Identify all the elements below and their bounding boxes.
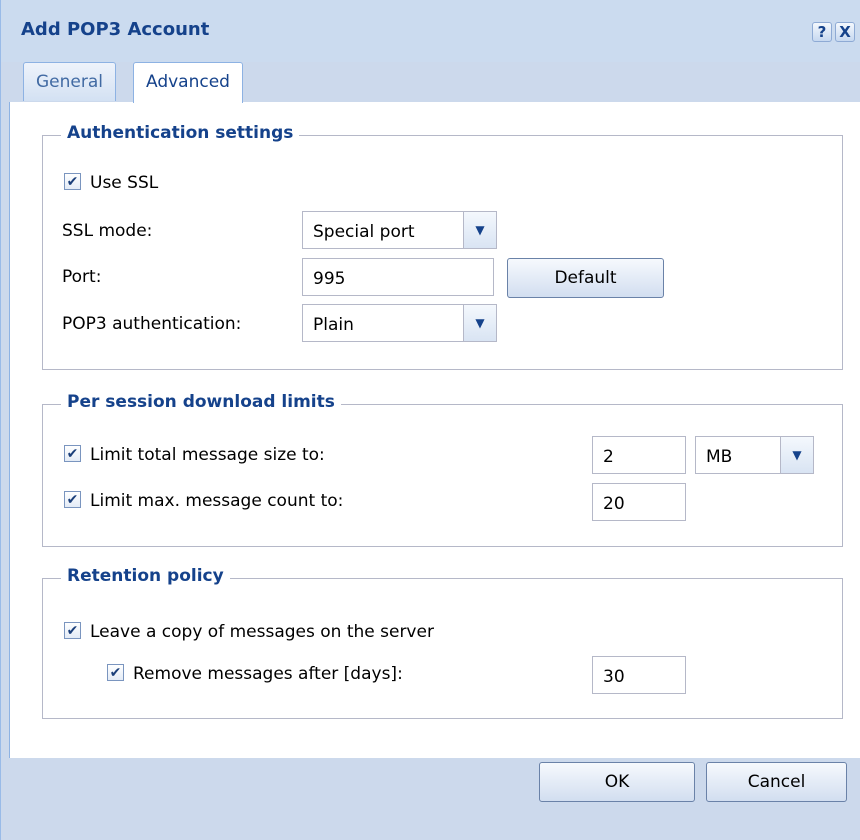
port-input[interactable]: 995: [302, 258, 494, 296]
remove-after-checkbox[interactable]: ✔: [107, 664, 124, 681]
limit-size-label: Limit total message size to:: [90, 445, 325, 465]
pop3-authentication-value: Plain: [313, 315, 354, 335]
default-port-button[interactable]: Default: [507, 258, 664, 298]
chevron-down-icon[interactable]: ▼: [463, 212, 496, 248]
authentication-legend: Authentication settings: [61, 123, 300, 143]
advanced-panel: Authentication settings ✔ Use SSL SSL mo…: [9, 102, 860, 758]
chevron-down-icon[interactable]: ▼: [463, 305, 496, 341]
size-unit-value: MB: [706, 447, 733, 467]
limit-count-checkbox[interactable]: ✔: [64, 491, 81, 508]
pop3-authentication-label: POP3 authentication:: [62, 314, 242, 334]
ssl-mode-value: Special port: [313, 222, 415, 242]
limit-count-label: Limit max. message count to:: [90, 491, 344, 511]
tab-strip: General Advanced: [9, 62, 860, 103]
close-icon[interactable]: X: [835, 22, 855, 42]
dialog-titlebar[interactable]: Add POP3 Account ? X: [1, 0, 860, 62]
help-icon[interactable]: ?: [812, 22, 832, 42]
limit-count-input[interactable]: 20: [592, 483, 686, 521]
size-unit-select[interactable]: MB ▼: [695, 436, 814, 474]
limit-size-checkbox[interactable]: ✔: [64, 445, 81, 462]
port-value: 995: [313, 269, 346, 289]
leave-copy-label: Leave a copy of messages on the server: [90, 622, 434, 642]
dialog-footer: OK Cancel: [9, 758, 860, 840]
add-pop3-account-dialog: Add POP3 Account ? X General Advanced Au…: [0, 0, 860, 840]
ssl-mode-select[interactable]: Special port ▼: [302, 211, 497, 249]
download-limits-legend: Per session download limits: [61, 392, 341, 412]
remove-after-days-input[interactable]: 30: [592, 656, 686, 694]
download-limits-fieldset: Per session download limits ✔ Limit tota…: [42, 392, 843, 547]
retention-legend: Retention policy: [61, 566, 230, 586]
authentication-fieldset: Authentication settings ✔ Use SSL SSL mo…: [42, 123, 843, 370]
pop3-authentication-select[interactable]: Plain ▼: [302, 304, 497, 342]
ssl-mode-label: SSL mode:: [62, 221, 153, 241]
limit-count-value: 20: [603, 494, 625, 514]
port-label: Port:: [62, 267, 102, 287]
remove-after-label: Remove messages after [days]:: [133, 664, 403, 684]
remove-after-days-value: 30: [603, 667, 625, 687]
use-ssl-checkbox[interactable]: ✔: [64, 173, 81, 190]
chevron-down-icon[interactable]: ▼: [780, 437, 813, 473]
cancel-button[interactable]: Cancel: [706, 762, 847, 802]
tab-general[interactable]: General: [23, 62, 116, 101]
limit-size-value: 2: [603, 447, 614, 467]
dialog-title: Add POP3 Account: [21, 19, 210, 40]
retention-fieldset: Retention policy ✔ Leave a copy of messa…: [42, 566, 843, 719]
use-ssl-label: Use SSL: [90, 173, 159, 193]
ok-button[interactable]: OK: [539, 762, 695, 802]
limit-size-input[interactable]: 2: [592, 436, 686, 474]
tab-advanced[interactable]: Advanced: [133, 62, 243, 103]
leave-copy-checkbox[interactable]: ✔: [64, 622, 81, 639]
